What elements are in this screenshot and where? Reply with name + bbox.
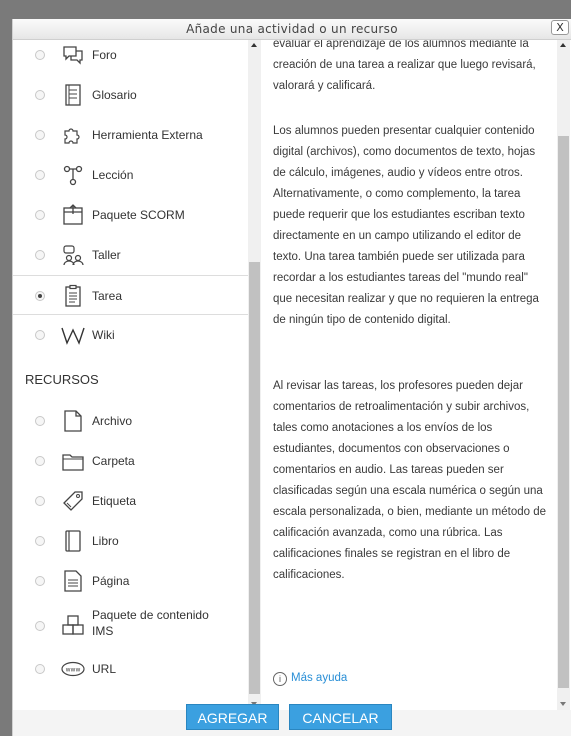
option-url[interactable]: www URL — [13, 649, 248, 689]
dialog-titlebar: Añade una actividad o un recurso X — [13, 19, 571, 40]
wiki-icon — [61, 323, 85, 347]
ims-package-icon — [61, 614, 85, 638]
radio-foro[interactable] — [35, 50, 45, 60]
radio-archivo[interactable] — [35, 416, 45, 426]
help-panel: evaluar el aprendizaje de los alumnos me… — [261, 40, 557, 710]
label-tag-icon — [61, 489, 85, 513]
option-label: Libro — [92, 534, 119, 548]
scorm-package-icon — [61, 203, 85, 227]
scroll-down-arrow-icon[interactable] — [560, 702, 566, 706]
radio-taller[interactable] — [35, 250, 45, 260]
help-paragraph: Al revisar las tareas, los profesores pu… — [273, 380, 546, 581]
resources-section-header: RECURSOS — [25, 372, 99, 387]
option-tarea[interactable]: Tarea — [13, 275, 248, 315]
option-taller[interactable]: Taller — [13, 235, 248, 275]
assignment-icon — [61, 284, 85, 308]
option-label: Tarea — [92, 289, 123, 303]
option-libro[interactable]: Libro — [13, 521, 248, 561]
close-button[interactable]: X — [551, 20, 569, 35]
scroll-thumb[interactable] — [249, 262, 260, 694]
option-label: Paquete SCORM — [92, 208, 185, 222]
workshop-icon — [61, 243, 85, 267]
scroll-up-arrow-icon[interactable] — [560, 43, 566, 47]
option-foro[interactable]: Foro — [13, 40, 248, 75]
page-icon — [61, 569, 85, 593]
help-paragraph: evaluar el aprendizaje de los alumnos me… — [273, 40, 536, 92]
option-label: Paquete de contenido IMS — [92, 608, 209, 638]
glossary-icon — [61, 83, 85, 107]
more-help-label: Más ayuda — [291, 672, 348, 684]
more-help-link[interactable]: i Más ayuda — [273, 668, 347, 689]
option-label: Etiqueta — [92, 494, 137, 508]
info-icon: i — [273, 672, 287, 686]
option-label: Glosario — [92, 88, 137, 102]
option-leccion[interactable]: Lección — [13, 155, 248, 195]
option-paquete-ims[interactable]: Paquete de contenido IMS — [13, 601, 248, 649]
option-herramienta-externa[interactable]: Herramienta Externa — [13, 115, 248, 155]
book-icon — [61, 529, 85, 553]
option-archivo[interactable]: Archivo — [13, 401, 248, 441]
radio-paquete-ims[interactable] — [35, 621, 45, 631]
cancel-button[interactable]: CANCELAR — [289, 704, 392, 730]
module-list: Foro Glosario Herramienta Externa Lecció… — [13, 40, 249, 710]
radio-wiki[interactable] — [35, 330, 45, 340]
option-wiki[interactable]: Wiki — [13, 315, 248, 355]
radio-pagina[interactable] — [35, 576, 45, 586]
lesson-icon — [61, 163, 85, 187]
help-scrollbar[interactable] — [557, 40, 570, 710]
radio-leccion[interactable] — [35, 170, 45, 180]
dialog-footer: AGREGAR CANCELAR — [13, 704, 571, 736]
radio-url[interactable] — [35, 664, 45, 674]
radio-carpeta[interactable] — [35, 456, 45, 466]
option-label: Página — [92, 574, 130, 588]
file-icon — [61, 409, 85, 433]
forum-icon — [61, 43, 85, 67]
svg-text:www: www — [66, 667, 81, 674]
option-label: Foro — [92, 48, 117, 62]
radio-paquete-scorm[interactable] — [35, 210, 45, 220]
radio-etiqueta[interactable] — [35, 496, 45, 506]
dialog-body: Foro Glosario Herramienta Externa Lecció… — [13, 40, 571, 710]
module-list-scrollbar[interactable] — [248, 40, 261, 710]
folder-icon — [61, 449, 85, 473]
scroll-thumb[interactable] — [558, 136, 569, 688]
option-label: Herramienta Externa — [92, 128, 203, 142]
url-icon: www — [61, 657, 85, 681]
option-label: Taller — [92, 248, 121, 262]
activity-chooser-dialog: Añade una actividad o un recurso X Foro … — [12, 19, 571, 736]
option-label: Wiki — [92, 328, 115, 342]
puzzle-icon — [61, 123, 85, 147]
option-glosario[interactable]: Glosario — [13, 75, 248, 115]
scroll-up-arrow-icon[interactable] — [251, 43, 257, 47]
radio-glosario[interactable] — [35, 90, 45, 100]
radio-libro[interactable] — [35, 536, 45, 546]
option-label: URL — [92, 662, 117, 676]
option-pagina[interactable]: Página — [13, 561, 248, 601]
help-paragraph: Los alumnos pueden presentar cualquier c… — [273, 125, 539, 326]
option-label: Lección — [92, 168, 134, 182]
radio-herramienta-externa[interactable] — [35, 130, 45, 140]
dialog-title: Añade una actividad o un recurso — [186, 22, 398, 36]
option-label: Archivo — [92, 414, 133, 428]
option-etiqueta[interactable]: Etiqueta — [13, 481, 248, 521]
option-label: Carpeta — [92, 454, 135, 468]
radio-tarea[interactable] — [35, 291, 45, 301]
option-paquete-scorm[interactable]: Paquete SCORM — [13, 195, 248, 235]
add-button[interactable]: AGREGAR — [186, 704, 279, 730]
option-carpeta[interactable]: Carpeta — [13, 441, 248, 481]
